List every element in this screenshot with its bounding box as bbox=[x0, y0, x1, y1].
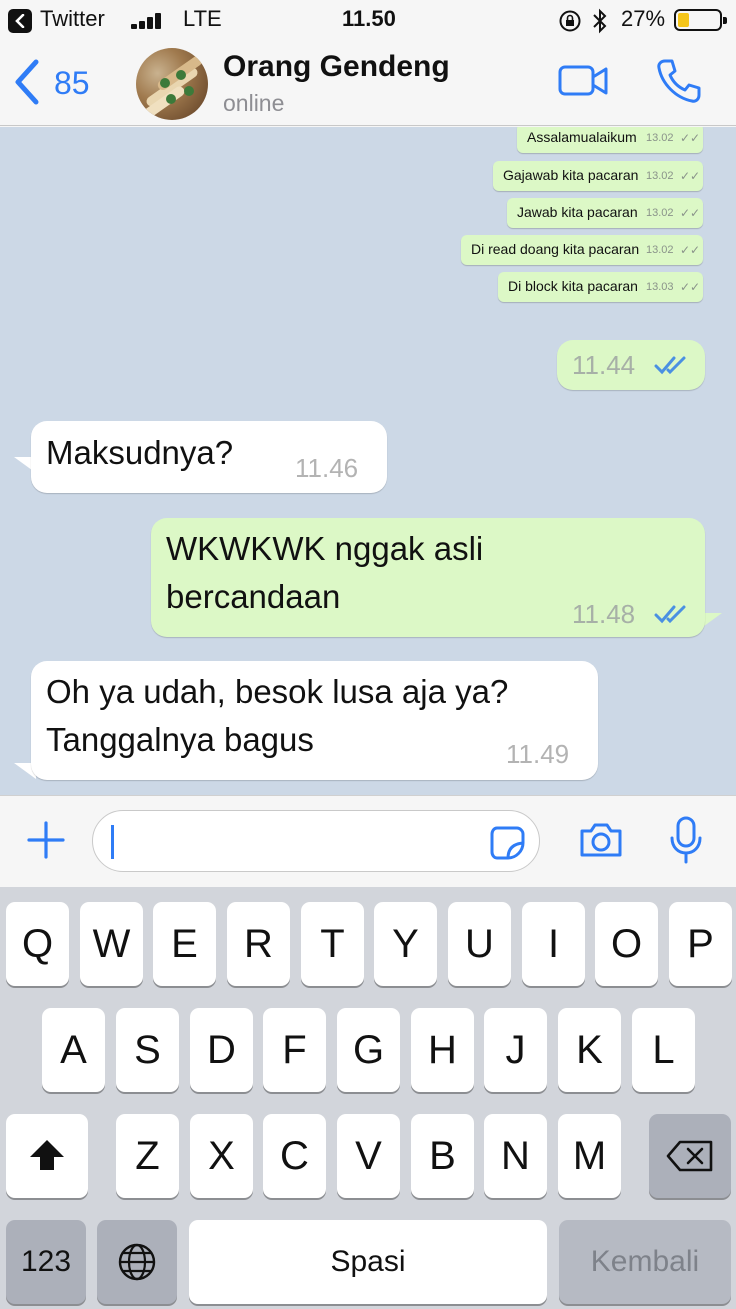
back-to-app-icon[interactable] bbox=[8, 9, 32, 33]
key-r[interactable]: R bbox=[227, 902, 290, 986]
key-v[interactable]: V bbox=[337, 1114, 400, 1198]
quoted-message-time: 13.03 bbox=[646, 281, 674, 293]
key-s[interactable]: S bbox=[116, 1008, 179, 1092]
key-a[interactable]: A bbox=[42, 1008, 105, 1092]
composer-bar bbox=[0, 795, 736, 887]
chat-header: 85 Orang Gendeng online bbox=[0, 40, 736, 126]
outgoing-message[interactable]: WKWKWK nggak asli bercandaan 11.48 bbox=[151, 518, 705, 637]
key-i[interactable]: I bbox=[522, 902, 585, 986]
quoted-ticks: ✓✓ bbox=[680, 206, 701, 220]
quoted-ticks: ✓✓ bbox=[680, 280, 701, 294]
quoted-message-text: Assalamualaikum bbox=[527, 129, 637, 145]
contact-name[interactable]: Orang Gendeng bbox=[223, 50, 450, 84]
backspace-icon bbox=[666, 1140, 713, 1172]
key-t[interactable]: T bbox=[301, 902, 364, 986]
quoted-message-time: 13.02 bbox=[646, 170, 674, 182]
conversation[interactable]: Assalamualaikum 13.02 ✓✓ Gajawab kita pa… bbox=[0, 127, 736, 795]
quoted-ticks: ✓✓ bbox=[680, 243, 701, 257]
outgoing-message[interactable]: 11.44 bbox=[557, 340, 705, 390]
return-key[interactable]: Kembali bbox=[559, 1220, 731, 1304]
key-g[interactable]: G bbox=[337, 1008, 400, 1092]
key-m[interactable]: M bbox=[558, 1114, 621, 1198]
key-q[interactable]: Q bbox=[6, 902, 69, 986]
key-l[interactable]: L bbox=[632, 1008, 695, 1092]
backspace-key[interactable] bbox=[649, 1114, 731, 1198]
message-time: 11.44 bbox=[572, 350, 636, 380]
message-time: 11.48 bbox=[572, 599, 636, 629]
contact-status: online bbox=[223, 90, 285, 116]
incoming-message[interactable]: Maksudnya? 11.46 bbox=[31, 421, 387, 493]
key-y[interactable]: Y bbox=[374, 902, 437, 986]
camera-icon[interactable] bbox=[578, 820, 624, 865]
quoted-ticks: ✓✓ bbox=[680, 169, 701, 183]
unread-count: 85 bbox=[54, 65, 90, 101]
back-app-label[interactable]: Twitter bbox=[40, 6, 105, 32]
message-time: 11.46 bbox=[295, 453, 359, 483]
key-p[interactable]: P bbox=[669, 902, 732, 986]
shift-key[interactable] bbox=[6, 1114, 88, 1198]
phone-call-icon[interactable] bbox=[656, 58, 702, 109]
bluetooth-icon bbox=[592, 8, 608, 39]
globe-key[interactable] bbox=[97, 1220, 177, 1304]
attach-plus-icon[interactable] bbox=[26, 820, 66, 865]
key-c[interactable]: C bbox=[263, 1114, 326, 1198]
read-receipt-icon bbox=[654, 605, 686, 624]
key-k[interactable]: K bbox=[558, 1008, 621, 1092]
key-u[interactable]: U bbox=[448, 902, 511, 986]
incoming-message[interactable]: Oh ya udah, besok lusa aja ya? Tanggalny… bbox=[31, 661, 598, 780]
key-w[interactable]: W bbox=[80, 902, 143, 986]
quoted-message-text: Di block kita pacaran bbox=[508, 278, 638, 294]
battery-icon bbox=[674, 9, 727, 31]
quoted-message: Di read doang kita pacaran 13.02 ✓✓ bbox=[461, 235, 703, 265]
shift-icon bbox=[30, 1140, 64, 1170]
quoted-message: Jawab kita pacaran 13.02 ✓✓ bbox=[507, 198, 703, 228]
signal-icon bbox=[131, 12, 167, 29]
quoted-message: Di block kita pacaran 13.03 ✓✓ bbox=[498, 272, 703, 302]
message-text-line: WKWKWK nggak asli bbox=[166, 530, 484, 567]
message-text-line: bercandaan bbox=[166, 578, 341, 615]
key-b[interactable]: B bbox=[411, 1114, 474, 1198]
video-call-icon[interactable] bbox=[558, 64, 610, 103]
microphone-icon[interactable] bbox=[668, 816, 704, 871]
space-key[interactable]: Spasi bbox=[189, 1220, 547, 1304]
quoted-message-text: Di read doang kita pacaran bbox=[471, 241, 640, 257]
globe-icon bbox=[118, 1243, 156, 1281]
key-n[interactable]: N bbox=[484, 1114, 547, 1198]
message-text: Maksudnya? bbox=[46, 434, 234, 471]
sticker-icon[interactable] bbox=[489, 825, 527, 866]
clock: 11.50 bbox=[342, 6, 396, 31]
key-x[interactable]: X bbox=[190, 1114, 253, 1198]
quoted-message-text: Jawab kita pacaran bbox=[517, 204, 638, 220]
key-f[interactable]: F bbox=[263, 1008, 326, 1092]
message-text-line: Tanggalnya bagus bbox=[46, 721, 314, 758]
keyboard: Q W E R T Y U I O P A S D F G H J K L Z … bbox=[0, 887, 736, 1309]
rotation-lock-icon bbox=[558, 9, 582, 38]
quoted-message-time: 13.02 bbox=[646, 132, 674, 144]
text-caret bbox=[111, 825, 114, 859]
key-e[interactable]: E bbox=[153, 902, 216, 986]
key-o[interactable]: O bbox=[595, 902, 658, 986]
avatar[interactable] bbox=[136, 48, 208, 120]
quoted-message: Gajawab kita pacaran 13.02 ✓✓ bbox=[493, 161, 703, 191]
message-input[interactable] bbox=[92, 810, 540, 872]
quoted-message-time: 13.02 bbox=[646, 207, 674, 219]
read-receipt-icon bbox=[654, 356, 686, 375]
battery-percent: 27% bbox=[621, 6, 666, 31]
status-bar: Twitter LTE 11.50 27% bbox=[0, 0, 736, 40]
quoted-ticks: ✓✓ bbox=[680, 131, 701, 145]
back-button[interactable]: 85 bbox=[12, 58, 112, 106]
message-time: 11.49 bbox=[506, 739, 570, 769]
quoted-message: Assalamualaikum 13.02 ✓✓ bbox=[517, 127, 703, 153]
key-h[interactable]: H bbox=[411, 1008, 474, 1092]
chevron-left-icon bbox=[15, 59, 39, 105]
key-z[interactable]: Z bbox=[116, 1114, 179, 1198]
key-j[interactable]: J bbox=[484, 1008, 547, 1092]
quoted-message-text: Gajawab kita pacaran bbox=[503, 167, 639, 183]
key-d[interactable]: D bbox=[190, 1008, 253, 1092]
numbers-key[interactable]: 123 bbox=[6, 1220, 86, 1304]
message-text-line: Oh ya udah, besok lusa aja ya? bbox=[46, 673, 509, 710]
quoted-message-time: 13.02 bbox=[646, 244, 674, 256]
network-label: LTE bbox=[183, 6, 222, 31]
